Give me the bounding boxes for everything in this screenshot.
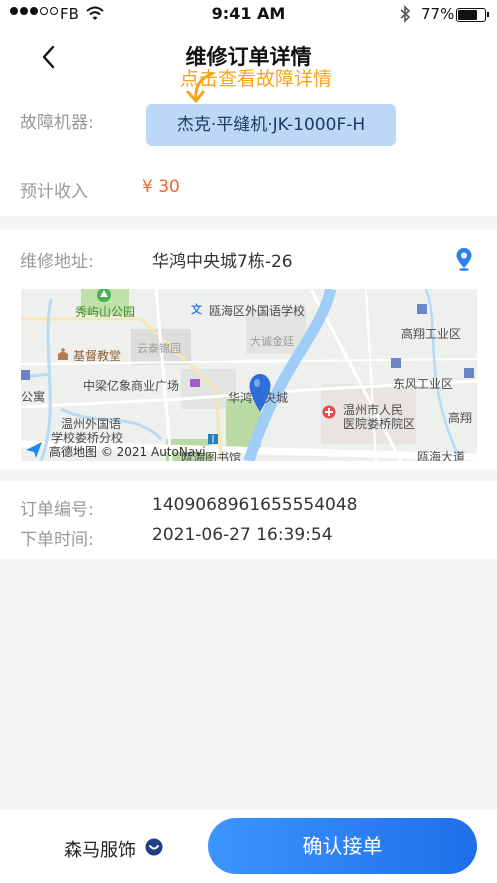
map-label-school-icon: 文 [191,303,202,316]
verified-badge-icon [145,838,163,856]
order-number-value: 1409068961655554048 [152,495,358,515]
map-label-gaoxiang-industry: 高翔工业区 [401,327,462,341]
income-value: ¥ 30 [142,177,180,197]
building-icon [417,304,427,314]
hospital-icon [322,405,336,419]
map-label-park: 秀屿山公园 [75,305,136,319]
map-label-dacheng: 大诚金廷 [250,335,294,348]
park-icon [97,289,111,302]
order-time-label: 下单时间: [20,530,94,550]
building-icon-4 [21,370,30,380]
location-map[interactable]: 秀屿山公园 文 瓯海区外国语学校 高翔工业区 基督教堂 云泰锦园 大诚金廷 中梁… [21,289,477,461]
map-label-yuntai: 云泰锦园 [137,342,181,355]
shop-name: 森马服饰 [64,840,136,861]
map-label-church: 基督教堂 [73,349,122,363]
battery-fill [458,10,478,20]
shopping-icon [190,379,200,387]
machine-label: 故障机器: [20,113,94,133]
map-label-gongyu: 公寓 [21,390,46,404]
battery-icon [456,8,489,22]
location-pin-icon[interactable] [455,247,473,271]
order-number-label: 订单编号: [20,500,94,520]
order-info-card: 订单编号: 1409068961655554048 下单时间: 2021-06-… [0,481,497,559]
library-icon [208,434,218,444]
map-label-zhongliang: 中梁亿象商业广场 [83,379,180,393]
address-value: 华鸿中央城7栋-26 [152,252,293,272]
map-label-dongfeng: 东风工业区 [393,377,454,391]
map-label-gaoxiang: 高翔 [448,411,473,425]
confirm-order-button[interactable]: 确认接单 [208,818,477,874]
income-label: 预计收入 [20,182,88,202]
building-icon-3 [464,368,474,378]
order-time-value: 2021-06-27 16:39:54 [152,525,333,545]
navigation-arrow-icon [26,442,42,458]
address-card: 维修地址: 华鸿中央城7栋-26 秀屿山公园 文 瓯海区外国语学校 高翔工业区 … [0,229,497,469]
fault-detail-hint: 点击查看故障详情 [180,68,333,90]
map-label-ouhai-road: 瓯海大道 [417,450,466,461]
address-label: 维修地址: [20,252,94,272]
church-icon [58,348,68,360]
map-label-hospital-2: 医院娄桥院区 [343,417,416,431]
status-bar: FB 9:41 AM 77% [0,0,497,30]
map-label-ouhai-school: 瓯海区外国语学校 [209,304,306,318]
map-attribution: 高德地图 © 2021 AutoNavi [49,445,206,459]
building-icon-2 [391,358,401,368]
machine-chip-button[interactable]: 杰克·平缝机·JK-1000F-H [146,104,396,146]
bluetooth-icon [400,5,411,23]
battery-percentage: 77% [421,5,455,23]
map-pin-icon [249,374,271,412]
fault-info-card: 故障机器: 杰克·平缝机·JK-1000F-H 预计收入 ¥ 30 [0,86,497,216]
bottom-action-bar: 森马服饰 确认接单 [0,810,497,883]
